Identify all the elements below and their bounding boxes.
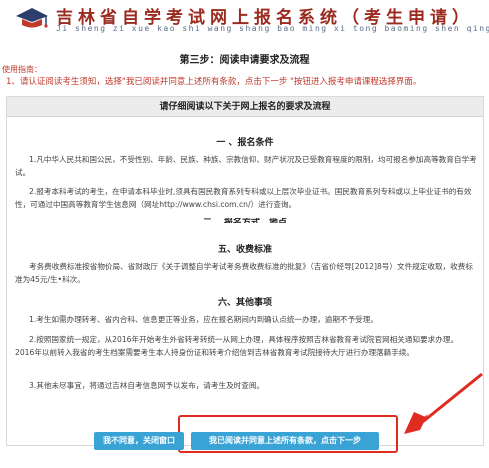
paragraph-other-2: 2.按照国家统一规定，从2016年开始考生外省转考转统一从网上办理，具体程序按照… (15, 335, 459, 357)
paragraph-conditions-2: 2.报考本科考试的考生，在申请本科毕业时,须具有国民教育系列专科或以上层次毕业证… (15, 187, 472, 209)
paragraph-fees: 考务费收费标准按省物价局、省财政厅《关于调整自学考试考务费收费标准的批复》（吉省… (15, 262, 473, 284)
site-title-pinyin: Ji sheng zi xue kao shi wang shang bao m… (56, 24, 489, 33)
panel-heading: 请仔细阅读以下关于网上报名的要求及流程 (7, 97, 483, 117)
site-header: 吉林省自学考试网上报名系统（考生申请） Ji sheng zi xue kao … (0, 0, 489, 40)
section-title-conditions: 一 、报名条件 (216, 138, 274, 148)
page-title: 第三步：阅读申请要求及流程 (179, 55, 310, 66)
section-title-fees: 五、收费标准 (217, 245, 272, 255)
section-title-other: 六、其他事项 (217, 298, 272, 308)
guide-text: 1、请认证阅读考生须知，选择"我已阅读并同意上述所有条款，点击下一步 "按钮进入… (6, 77, 422, 87)
disagree-close-button[interactable]: 我不同意，关闭窗口 (94, 432, 184, 450)
guide-label: 使用指南： (2, 65, 42, 74)
section-title-cut: 二 、报名方式、地点 (202, 218, 288, 223)
logo-icon (16, 8, 48, 28)
agree-next-button[interactable]: 我已阅读并同意上述所有条款，点击下一步 (191, 432, 379, 450)
paragraph-conditions-1: 1.凡中华人民共和国公民，不受性别、年龄、民族、种族、宗教信仰、财产状况及已受教… (15, 155, 477, 177)
paragraph-other-1: 1.考生如需办理转考、省内合科、信息更正等业务，应在报名期间内到确认点统一办理，… (29, 315, 378, 324)
arrow-annotation-icon (404, 372, 483, 434)
